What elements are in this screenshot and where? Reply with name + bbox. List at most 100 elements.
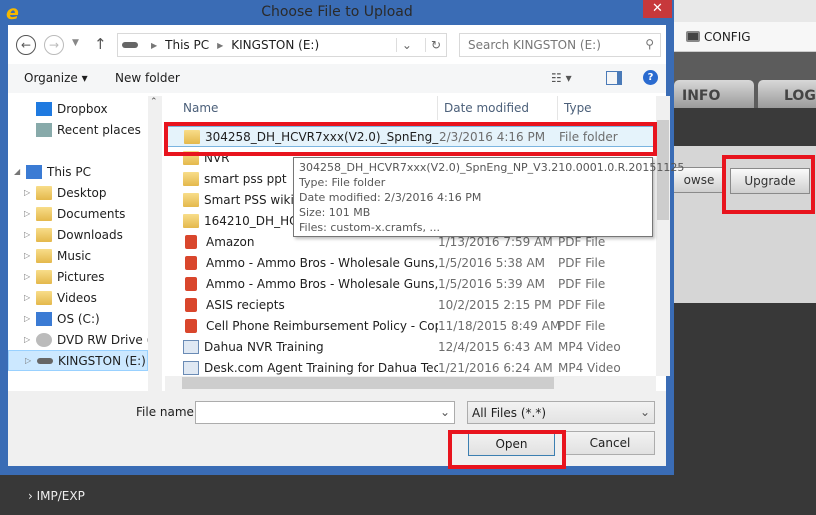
file-name: Cell Phone Reimbursement Policy - Copy bbox=[165, 318, 438, 333]
zip-icon bbox=[183, 213, 199, 228]
nav-item-label: This PC bbox=[47, 164, 91, 179]
computer-icon bbox=[26, 164, 42, 179]
chevron-down-icon: ⌄ bbox=[639, 405, 650, 419]
chevron-down-icon[interactable]: ⌄ bbox=[440, 405, 450, 419]
file-row[interactable]: Ammo - Ammo Bros - Wholesale Guns, ... 1/… bbox=[165, 252, 656, 273]
breadcrumb-this-pc[interactable]: This PC bbox=[165, 38, 209, 52]
file-type-select[interactable]: All Files (*.*) ⌄ bbox=[467, 401, 655, 424]
help-icon[interactable]: ? bbox=[643, 70, 658, 85]
recent-locations-icon[interactable]: ▼ bbox=[72, 38, 79, 48]
nav-item-label: DVD RW Drive (D bbox=[57, 332, 148, 347]
expand-icon[interactable]: ▷ bbox=[24, 293, 30, 302]
folder-icon bbox=[183, 171, 199, 186]
file-name: 304258_DH_HCVR7xxx(V2.0)_SpnEng_NP_... bbox=[166, 129, 439, 144]
up-button[interactable]: ↑ bbox=[94, 35, 107, 53]
file-row[interactable]: 304258_DH_HCVR7xxx(V2.0)_SpnEng_NP_...2/… bbox=[165, 126, 656, 147]
nav-item[interactable]: ▷ Pictures bbox=[8, 266, 148, 287]
chevron-down-icon[interactable]: ⌄ bbox=[395, 38, 417, 52]
nav-item-label: Documents bbox=[57, 206, 126, 221]
file-name: Ammo - Ammo Bros - Wholesale Guns, ... bbox=[165, 276, 438, 291]
file-row[interactable]: ASIS reciepts 10/2/2015 2:15 PM PDF File bbox=[165, 294, 656, 315]
file-row[interactable]: Dahua NVR Training 12/4/2015 6:43 AM MP4 V… bbox=[165, 336, 656, 357]
tooltip-size: Size: 101 MB bbox=[299, 206, 371, 219]
file-row[interactable]: Ammo - Ammo Bros - Wholesale Guns, ... 1/… bbox=[165, 273, 656, 294]
file-type: MP4 Video bbox=[558, 339, 621, 354]
column-name[interactable]: Name bbox=[165, 96, 438, 120]
tab-log[interactable]: LOG bbox=[758, 80, 816, 108]
expand-icon[interactable]: ▷ bbox=[24, 314, 30, 323]
dropbox-icon bbox=[36, 101, 52, 116]
nav-item[interactable]: ▷ DVD RW Drive (D bbox=[8, 329, 148, 350]
menu-item-imp-exp[interactable]: › IMP/EXP bbox=[28, 489, 85, 503]
preview-pane-icon[interactable] bbox=[606, 71, 622, 85]
file-row[interactable]: Desk.com Agent Training for Dahua Tec...… bbox=[165, 357, 656, 378]
file-date: 1/21/2016 6:24 AM bbox=[438, 360, 553, 375]
nav-item-label: OS (C:) bbox=[57, 311, 100, 326]
expand-icon[interactable]: ▷ bbox=[24, 188, 30, 197]
config-bar[interactable]: CONFIG bbox=[674, 22, 816, 52]
expand-icon[interactable]: ▷ bbox=[24, 272, 30, 281]
upgrade-button[interactable]: Upgrade bbox=[730, 168, 810, 194]
nav-item[interactable]: ▷ OS (C:) bbox=[8, 308, 148, 329]
nav-item[interactable]: ▷ Documents bbox=[8, 203, 148, 224]
refresh-icon[interactable]: ↻ bbox=[424, 38, 446, 52]
nav-item-label: Videos bbox=[57, 290, 97, 305]
expand-icon[interactable]: ▷ bbox=[24, 251, 30, 260]
pdf-icon bbox=[185, 297, 197, 312]
open-button[interactable]: Open bbox=[468, 432, 555, 456]
expand-icon[interactable]: ▷ bbox=[25, 356, 31, 365]
horizontal-scrollbar-thumb[interactable] bbox=[182, 377, 554, 389]
back-button[interactable]: ← bbox=[16, 35, 36, 55]
nav-item-label: KINGSTON (E:) bbox=[58, 353, 146, 368]
nav-item[interactable]: ▷ Desktop bbox=[8, 182, 148, 203]
column-date-modified[interactable]: Date modified bbox=[438, 96, 558, 120]
expand-icon[interactable]: ▷ bbox=[24, 209, 30, 218]
nav-item[interactable]: Recent places bbox=[8, 119, 148, 140]
folder-icon bbox=[36, 269, 52, 284]
tab-info[interactable]: INFO bbox=[674, 80, 754, 108]
view-options-icon[interactable]: ☷ ▾ bbox=[551, 71, 572, 85]
file-name: ASIS reciepts bbox=[165, 297, 438, 312]
drive-icon bbox=[36, 311, 52, 326]
file-row[interactable]: Cell Phone Reimbursement Policy - Copy 11… bbox=[165, 315, 656, 336]
collapse-icon[interactable]: ◢ bbox=[14, 167, 20, 176]
folder-tooltip: 304258_DH_HCVR7xxx(V2.0)_SpnEng_NP_V3.21… bbox=[293, 157, 685, 237]
breadcrumb-kingston[interactable]: KINGSTON (E:) bbox=[231, 38, 319, 52]
new-folder-button[interactable]: New folder bbox=[115, 71, 180, 85]
nav-item[interactable]: ▷ Videos bbox=[8, 287, 148, 308]
search-icon: ⚲ bbox=[645, 37, 654, 51]
folder-icon bbox=[184, 129, 200, 144]
folder-icon bbox=[36, 248, 52, 263]
file-type: PDF File bbox=[558, 255, 606, 270]
background-band-dark bbox=[674, 108, 816, 146]
file-name: Dahua NVR Training bbox=[165, 339, 438, 354]
organize-button[interactable]: Organize ▾ bbox=[24, 71, 88, 85]
tooltip-name: 304258_DH_HCVR7xxx(V2.0)_SpnEng_NP_V3.21… bbox=[299, 161, 685, 174]
video-icon bbox=[183, 360, 199, 375]
pdf-icon bbox=[185, 318, 197, 333]
dialog-title: Choose File to Upload bbox=[261, 4, 413, 20]
search-input[interactable]: Search KINGSTON (E:) ⚲ bbox=[459, 33, 661, 57]
nav-item[interactable]: Dropbox bbox=[8, 98, 148, 119]
column-type[interactable]: Type bbox=[558, 96, 656, 120]
forward-button[interactable]: → bbox=[44, 35, 64, 55]
nav-scrollbar[interactable] bbox=[148, 96, 162, 391]
nav-item[interactable]: ◢ This PC bbox=[8, 161, 148, 182]
file-date: 12/4/2015 6:43 AM bbox=[438, 339, 553, 354]
folder-icon bbox=[36, 206, 52, 221]
expand-icon[interactable]: ▷ bbox=[24, 335, 30, 344]
folder-icon bbox=[183, 192, 199, 207]
nav-item[interactable]: ▷ KINGSTON (E:) bbox=[8, 350, 148, 371]
expand-icon[interactable]: ▷ bbox=[24, 230, 30, 239]
config-label: CONFIG bbox=[704, 29, 751, 44]
address-bar[interactable]: ▶ This PC ▶ KINGSTON (E:) ⌄ ↻ bbox=[117, 33, 447, 57]
close-button[interactable]: ✕ bbox=[643, 0, 672, 18]
cancel-button[interactable]: Cancel bbox=[565, 431, 655, 455]
file-type: MP4 Video bbox=[558, 360, 621, 375]
nav-item[interactable]: ▷ Music bbox=[8, 245, 148, 266]
scroll-up-icon[interactable]: ⌃ bbox=[150, 97, 158, 107]
file-name-input[interactable]: ⌄ bbox=[195, 401, 455, 424]
nav-item[interactable]: ▷ Downloads bbox=[8, 224, 148, 245]
nav-item-label: Downloads bbox=[57, 227, 123, 242]
usb-drive-icon bbox=[37, 357, 53, 364]
